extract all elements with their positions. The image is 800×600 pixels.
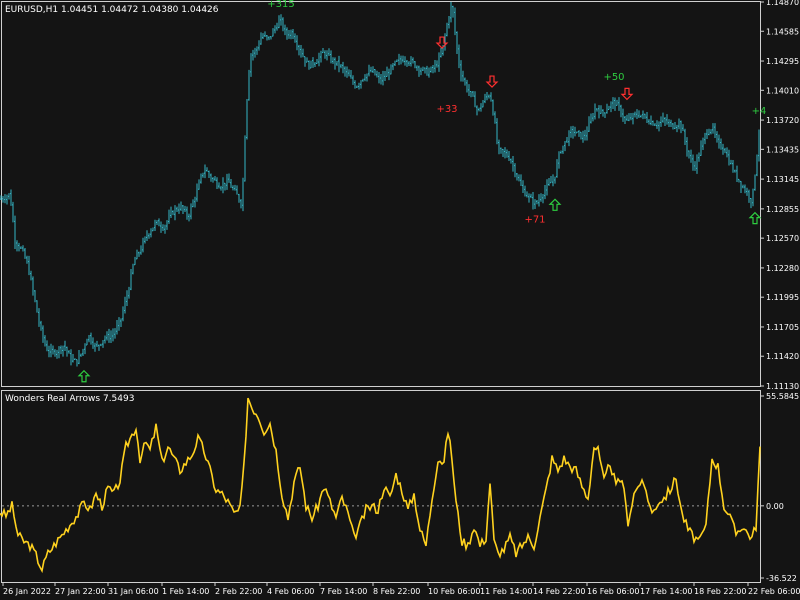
price-tick-label: 1.13145 <box>766 175 799 184</box>
signal-profit-label: +315 <box>267 0 294 10</box>
price-tick-label: 1.11420 <box>766 352 799 361</box>
time-tick-label: 18 Feb 22:00 <box>694 587 746 596</box>
time-tick-label: 4 Feb 06:00 <box>267 587 314 596</box>
time-tick-label: 16 Feb 06:00 <box>587 587 639 596</box>
header-close: 1.04426 <box>181 5 218 15</box>
header-high: 1.04472 <box>101 5 138 15</box>
time-tick-label: 8 Feb 22:00 <box>373 587 420 596</box>
price-tick-label: 1.11705 <box>766 323 799 332</box>
signal-profit-label: +71 <box>524 215 545 226</box>
price-tick-label: 1.14295 <box>766 57 799 66</box>
time-tick-label: 17 Feb 14:00 <box>640 587 692 596</box>
time-tick-label: 26 Jan 2022 <box>3 587 51 596</box>
price-tick-label: 1.12855 <box>766 205 799 214</box>
price-tick-label: 1.11995 <box>766 293 799 302</box>
price-tick-label: 1.12280 <box>766 264 799 273</box>
indicator-tick-label: 55.5845 <box>766 392 799 401</box>
price-tick-label: 1.13720 <box>766 116 799 125</box>
indicator-tick-label: -36.522 <box>766 574 797 583</box>
time-tick-label: 22 Feb 06:00 <box>748 587 800 596</box>
header-low: 1.04380 <box>141 5 178 15</box>
symbol-header: EURUSD,H1 1.04451 1.04472 1.04380 1.0442… <box>5 5 219 15</box>
time-tick-label: 2 Feb 22:00 <box>215 587 262 596</box>
signal-profit-label: +4 <box>752 106 767 117</box>
time-tick-label: 1 Feb 14:00 <box>162 587 209 596</box>
header-symbol: EURUSD,H1 <box>5 5 58 15</box>
price-tick-label: 1.13435 <box>766 145 799 154</box>
trading-chart[interactable]: +315 +33 +71 +50 +4 1.14870 1.14585 1.14295 1.1… <box>0 0 800 600</box>
time-tick-label: 14 Feb 22:00 <box>533 587 585 596</box>
price-tick-label: 1.14585 <box>766 27 799 36</box>
chart-background <box>0 0 800 600</box>
time-tick-label: 27 Jan 22:00 <box>55 587 106 596</box>
time-tick-label: 11 Feb 14:00 <box>480 587 532 596</box>
price-tick-label: 1.14010 <box>766 86 799 95</box>
time-tick-label: 10 Feb 06:00 <box>428 587 480 596</box>
price-tick-label: 1.12570 <box>766 234 799 243</box>
signal-profit-label: +50 <box>603 72 624 83</box>
time-tick-label: 31 Jan 06:00 <box>108 587 159 596</box>
time-tick-label: 7 Feb 14:00 <box>320 587 367 596</box>
price-tick-label: 1.14870 <box>766 0 799 7</box>
indicator-tick-label: 0.00 <box>766 502 784 511</box>
indicator-title: Wonders Real Arrows 7.5493 <box>5 394 134 404</box>
signal-profit-label: +33 <box>436 104 457 115</box>
header-open: 1.04451 <box>61 5 98 15</box>
price-tick-label: 1.11130 <box>766 382 799 391</box>
